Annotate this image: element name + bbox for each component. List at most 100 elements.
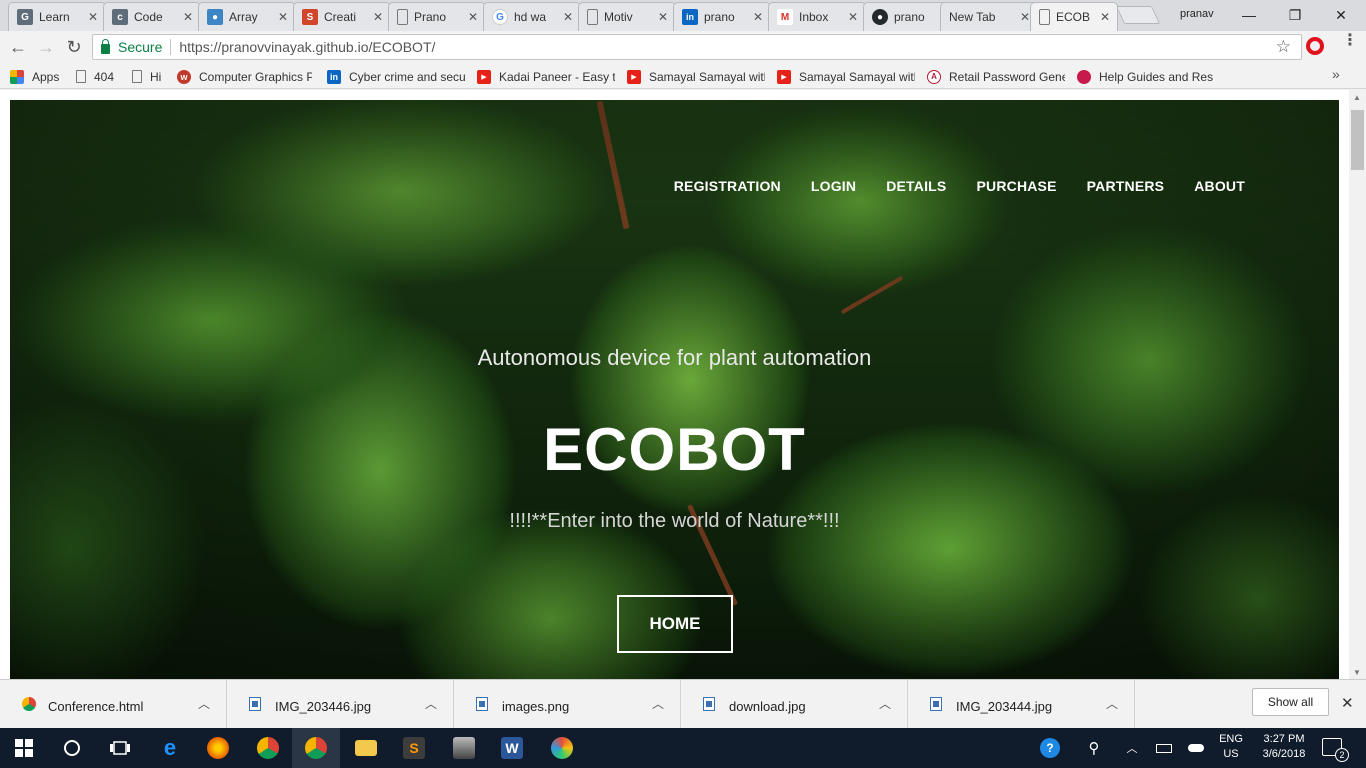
download-item[interactable]: Conference.html ︿ bbox=[0, 680, 227, 729]
browser-tab[interactable]: S Creati ✕ bbox=[293, 2, 391, 31]
people-icon[interactable]: ⚲ bbox=[1080, 728, 1108, 768]
download-filename: Conference.html bbox=[48, 699, 144, 714]
nav-purchase[interactable]: PURCHASE bbox=[976, 178, 1056, 194]
edge-browser-icon[interactable]: e bbox=[146, 728, 194, 768]
bookmark-label: Help Guides and Res bbox=[1099, 69, 1213, 84]
maximize-icon[interactable]: ❐ bbox=[1272, 0, 1318, 30]
chrome-icon[interactable] bbox=[244, 728, 292, 768]
bookmark-item[interactable]: A Retail Password Gene bbox=[927, 68, 1065, 85]
bookmark-star-icon[interactable]: ☆ bbox=[1276, 37, 1291, 57]
tab-close-icon[interactable]: ✕ bbox=[1099, 10, 1111, 24]
url-text[interactable]: https://pranovvinayak.github.io/ECOBOT/ bbox=[179, 39, 435, 55]
chevron-up-icon[interactable]: ︿ bbox=[879, 695, 891, 712]
download-item[interactable]: download.jpg ︿ bbox=[681, 680, 908, 729]
chrome-menu-icon[interactable]: ⋮ bbox=[1342, 33, 1358, 49]
bookmark-item[interactable]: ▶ Kadai Paneer - Easy t bbox=[477, 68, 615, 85]
scroll-down-icon[interactable]: ▼ bbox=[1353, 668, 1361, 677]
browser-tab-active[interactable]: ECOB ✕ bbox=[1030, 2, 1118, 31]
bookmarks-overflow-icon[interactable]: » bbox=[1332, 66, 1340, 82]
bookmark-item[interactable]: ▶ Samayal Samayal with bbox=[777, 68, 915, 85]
bookmark-label: Samayal Samayal with bbox=[649, 69, 765, 84]
browser-tab[interactable]: Motiv ✕ bbox=[578, 2, 676, 31]
browser-tab[interactable]: Prano ✕ bbox=[388, 2, 486, 31]
url-host: https://pranovvinayak.github.io/ bbox=[179, 39, 373, 55]
scroll-up-icon[interactable]: ▲ bbox=[1353, 93, 1361, 102]
paint-icon[interactable] bbox=[538, 728, 586, 768]
download-item[interactable]: IMG_203446.jpg ︿ bbox=[227, 680, 454, 729]
tab-title: Array bbox=[229, 10, 258, 24]
tab-close-icon[interactable]: ✕ bbox=[372, 10, 384, 24]
profile-name[interactable]: pranav bbox=[1180, 8, 1214, 20]
file-explorer-icon[interactable] bbox=[342, 728, 390, 768]
nav-login[interactable]: LOGIN bbox=[811, 178, 856, 194]
system-clock[interactable]: 3:27 PM 3/6/2018 bbox=[1255, 732, 1313, 762]
home-button[interactable]: HOME bbox=[617, 595, 733, 653]
chevron-up-icon[interactable]: ︿ bbox=[652, 695, 664, 712]
address-bar[interactable]: Secure https://pranovvinayak.github.io/E… bbox=[92, 34, 1302, 60]
onedrive-cloud-icon[interactable] bbox=[1184, 728, 1208, 768]
browser-tab[interactable]: c Code ✕ bbox=[103, 2, 201, 31]
nav-details[interactable]: DETAILS bbox=[886, 178, 946, 194]
tab-close-icon[interactable]: ✕ bbox=[182, 10, 194, 24]
photos-icon[interactable] bbox=[440, 728, 488, 768]
back-icon[interactable]: ← bbox=[6, 35, 30, 59]
tab-close-icon[interactable]: ✕ bbox=[87, 10, 99, 24]
browser-tab[interactable]: ● Array ✕ bbox=[198, 2, 296, 31]
bookmark-item[interactable]: w Computer Graphics P bbox=[177, 68, 312, 85]
browser-tab[interactable]: G Learn ✕ bbox=[8, 2, 106, 31]
chevron-up-icon[interactable]: ︿ bbox=[1106, 695, 1118, 712]
download-item[interactable]: IMG_203444.jpg ︿ bbox=[908, 680, 1135, 729]
new-tab-button[interactable] bbox=[1115, 6, 1161, 24]
input-language-indicator[interactable]: ENG US bbox=[1210, 732, 1252, 762]
reload-icon[interactable]: ↻ bbox=[62, 35, 86, 59]
tab-close-icon[interactable]: ✕ bbox=[467, 10, 479, 24]
secure-label[interactable]: Secure bbox=[118, 39, 162, 55]
bookmark-item[interactable]: Hi bbox=[132, 68, 161, 85]
word-icon[interactable]: W bbox=[488, 728, 536, 768]
page-scrollbar[interactable]: ▲ ▼ bbox=[1349, 90, 1366, 679]
show-hidden-icons-chevron[interactable]: ︿ bbox=[1120, 728, 1144, 768]
opera-extension-icon[interactable] bbox=[1306, 37, 1324, 55]
battery-icon[interactable] bbox=[1152, 728, 1176, 768]
nav-about[interactable]: ABOUT bbox=[1194, 178, 1245, 194]
bookmark-item[interactable]: Help Guides and Res bbox=[1077, 68, 1213, 85]
help-icon[interactable]: ? bbox=[1036, 728, 1064, 768]
nav-partners[interactable]: PARTNERS bbox=[1087, 178, 1165, 194]
browser-tab[interactable]: M Inbox ✕ bbox=[768, 2, 866, 31]
windows-start-icon[interactable] bbox=[0, 728, 48, 768]
chrome-active-icon[interactable] bbox=[292, 728, 340, 768]
close-download-shelf-icon[interactable]: ✕ bbox=[1341, 694, 1354, 712]
forward-icon[interactable]: → bbox=[34, 35, 58, 59]
tab-close-icon[interactable]: ✕ bbox=[562, 10, 574, 24]
tab-close-icon[interactable]: ✕ bbox=[752, 10, 764, 24]
bookmark-item[interactable]: 404 bbox=[76, 68, 114, 85]
tab-favicon-icon bbox=[397, 9, 408, 25]
tab-close-icon[interactable]: ✕ bbox=[277, 10, 289, 24]
tab-close-icon[interactable]: ✕ bbox=[657, 10, 669, 24]
show-all-downloads-button[interactable]: Show all bbox=[1252, 688, 1329, 716]
chevron-up-icon[interactable]: ︿ bbox=[198, 695, 210, 712]
sublime-text-icon[interactable]: S bbox=[390, 728, 438, 768]
tab-close-icon[interactable]: ✕ bbox=[847, 10, 859, 24]
tab-title: New Tab bbox=[949, 10, 996, 24]
chevron-up-icon[interactable]: ︿ bbox=[425, 695, 437, 712]
hero-title: ECOBOT bbox=[543, 416, 806, 483]
linkedin-icon: in bbox=[327, 69, 341, 84]
search-cortana-icon[interactable] bbox=[48, 728, 96, 768]
lock-icon[interactable] bbox=[101, 38, 110, 54]
youtube-icon: ▶ bbox=[627, 69, 641, 84]
firefox-icon[interactable] bbox=[194, 728, 242, 768]
bookmark-item[interactable]: in Cyber crime and secu bbox=[327, 68, 465, 85]
bookmark-label: Retail Password Gene bbox=[949, 69, 1065, 84]
bookmark-item[interactable]: ▶ Samayal Samayal with bbox=[627, 68, 765, 85]
browser-tab[interactable]: in prano ✕ bbox=[673, 2, 771, 31]
download-item[interactable]: images.png ︿ bbox=[454, 680, 681, 729]
close-window-icon[interactable]: ✕ bbox=[1318, 0, 1364, 30]
task-view-icon[interactable] bbox=[96, 728, 144, 768]
nav-registration[interactable]: REGISTRATION bbox=[674, 178, 781, 194]
scrollbar-thumb[interactable] bbox=[1351, 110, 1364, 170]
browser-tab[interactable]: New Tab ✕ bbox=[940, 2, 1038, 31]
bookmark-apps[interactable]: Apps bbox=[10, 68, 59, 85]
minimize-icon[interactable]: — bbox=[1226, 0, 1272, 30]
browser-tab[interactable]: G hd wa ✕ bbox=[483, 2, 581, 31]
